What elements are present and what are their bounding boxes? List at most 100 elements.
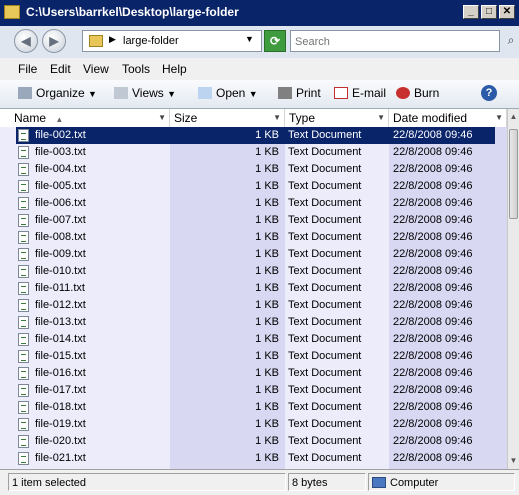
- email-button[interactable]: E-mail: [334, 86, 386, 100]
- title-bar[interactable]: C:\Users\barrkel\Desktop\large-folder _ …: [0, 0, 519, 26]
- address-box[interactable]: ▶ large-folder ▼: [82, 30, 262, 52]
- menu-help[interactable]: Help: [162, 62, 187, 76]
- views-button[interactable]: Views ▼: [114, 86, 176, 100]
- file-row[interactable]: file-014.txt 1 KB Text Document 22/8/2008 0…: [16, 331, 495, 348]
- file-row[interactable]: file-019.txt 1 KB Text Document 22/8/2008 0…: [16, 416, 495, 433]
- file-type: Text Document: [288, 316, 362, 328]
- file-name: file-021.txt: [35, 452, 86, 464]
- help-icon[interactable]: ?: [481, 85, 497, 101]
- file-size: 1 KB: [255, 333, 279, 345]
- file-name: file-017.txt: [35, 384, 86, 396]
- file-row[interactable]: file-002.txt 1 KB Text Document 22/8/2008 0…: [16, 127, 495, 144]
- back-button[interactable]: ◀: [14, 29, 38, 53]
- file-row[interactable]: file-020.txt 1 KB Text Document 22/8/2008 0…: [16, 433, 495, 450]
- menu-file[interactable]: File: [18, 62, 37, 76]
- column-header-name[interactable]: Name ▲ ▼: [0, 109, 170, 127]
- file-date: 22/8/2008 09:46: [393, 299, 473, 311]
- file-row[interactable]: file-005.txt 1 KB Text Document 22/8/2008 0…: [16, 178, 495, 195]
- column-header-size[interactable]: Size ▼: [170, 109, 285, 127]
- file-date: 22/8/2008 09:46: [393, 231, 473, 243]
- file-date: 22/8/2008 09:46: [393, 435, 473, 447]
- file-name: file-013.txt: [35, 316, 86, 328]
- file-row[interactable]: file-011.txt 1 KB Text Document 22/8/2008 0…: [16, 280, 495, 297]
- file-row[interactable]: file-021.txt 1 KB Text Document 22/8/2008 0…: [16, 450, 495, 467]
- open-button[interactable]: Open ▼: [198, 86, 258, 100]
- file-type: Text Document: [288, 384, 362, 396]
- forward-button[interactable]: ▶: [42, 29, 66, 53]
- maximize-button[interactable]: □: [481, 5, 497, 19]
- text-file-icon: [18, 248, 29, 261]
- column-filter-icon[interactable]: ▼: [273, 109, 281, 127]
- search-icon[interactable]: ⌕: [503, 30, 519, 52]
- file-date: 22/8/2008 09:46: [393, 333, 473, 345]
- scrollbar-thumb[interactable]: [509, 129, 518, 219]
- file-name: file-016.txt: [35, 367, 86, 379]
- vertical-scrollbar[interactable]: ▲ ▼: [507, 109, 519, 469]
- column-filter-icon[interactable]: ▼: [158, 109, 166, 127]
- search-box[interactable]: [290, 30, 500, 52]
- file-row[interactable]: file-007.txt 1 KB Text Document 22/8/2008 0…: [16, 212, 495, 229]
- file-row[interactable]: file-004.txt 1 KB Text Document 22/8/2008 0…: [16, 161, 495, 178]
- text-file-icon: [18, 146, 29, 159]
- file-size: 1 KB: [255, 435, 279, 447]
- file-row[interactable]: file-009.txt 1 KB Text Document 22/8/2008 0…: [16, 246, 495, 263]
- column-header-date[interactable]: Date modified ▼: [389, 109, 507, 127]
- column-filter-icon[interactable]: ▼: [495, 109, 503, 127]
- file-size: 1 KB: [255, 180, 279, 192]
- text-file-icon: [18, 163, 29, 176]
- file-row[interactable]: file-006.txt 1 KB Text Document 22/8/2008 0…: [16, 195, 495, 212]
- status-location: Computer: [368, 473, 515, 491]
- file-row[interactable]: file-017.txt 1 KB Text Document 22/8/2008 0…: [16, 382, 495, 399]
- views-icon: [114, 87, 128, 99]
- file-name: file-004.txt: [35, 163, 86, 175]
- text-file-icon: [18, 282, 29, 295]
- file-size: 1 KB: [255, 163, 279, 175]
- print-button[interactable]: Print: [278, 86, 321, 100]
- file-list[interactable]: file-002.txt 1 KB Text Document 22/8/2008 0…: [0, 127, 507, 469]
- file-row[interactable]: file-018.txt 1 KB Text Document 22/8/2008 0…: [16, 399, 495, 416]
- text-file-icon: [18, 265, 29, 278]
- scroll-up-arrow-icon[interactable]: ▲: [508, 109, 519, 125]
- chevron-down-icon: ▼: [167, 89, 177, 99]
- file-row[interactable]: file-003.txt 1 KB Text Document 22/8/2008 0…: [16, 144, 495, 161]
- breadcrumb-arrow-icon[interactable]: ▶: [109, 34, 116, 45]
- file-row[interactable]: file-016.txt 1 KB Text Document 22/8/2008 0…: [16, 365, 495, 382]
- file-name: file-011.txt: [35, 282, 85, 294]
- file-row[interactable]: file-010.txt 1 KB Text Document 22/8/2008 0…: [16, 263, 495, 280]
- minimize-button[interactable]: _: [463, 5, 479, 19]
- address-dropdown-icon[interactable]: ▼: [245, 34, 254, 44]
- burn-button[interactable]: Burn: [396, 86, 439, 100]
- close-button[interactable]: ✕: [499, 5, 515, 19]
- menu-bar: File Edit View Tools Help: [0, 58, 519, 80]
- menu-tools[interactable]: Tools: [122, 62, 150, 76]
- email-icon: [334, 87, 348, 99]
- menu-edit[interactable]: Edit: [50, 62, 71, 76]
- file-name: file-006.txt: [35, 197, 86, 209]
- file-name: file-012.txt: [35, 299, 86, 311]
- breadcrumb-current[interactable]: large-folder: [123, 35, 179, 47]
- file-type: Text Document: [288, 231, 362, 243]
- file-row[interactable]: file-008.txt 1 KB Text Document 22/8/2008 0…: [16, 229, 495, 246]
- file-type: Text Document: [288, 214, 362, 226]
- refresh-button[interactable]: ⟳: [264, 30, 286, 52]
- file-type: Text Document: [288, 248, 362, 260]
- text-file-icon: [18, 367, 29, 380]
- text-file-icon: [18, 214, 29, 227]
- organize-button[interactable]: Organize ▼: [18, 86, 97, 100]
- file-type: Text Document: [288, 333, 362, 345]
- file-size: 1 KB: [255, 214, 279, 226]
- search-input[interactable]: [293, 32, 497, 52]
- scroll-down-arrow-icon[interactable]: ▼: [508, 453, 519, 469]
- file-type: Text Document: [288, 197, 362, 209]
- text-file-icon: [18, 435, 29, 448]
- column-filter-icon[interactable]: ▼: [377, 109, 385, 127]
- command-bar: Organize ▼ Views ▼ Open ▼ Print E-mail B…: [0, 80, 519, 109]
- file-row[interactable]: file-012.txt 1 KB Text Document 22/8/2008 0…: [16, 297, 495, 314]
- file-row[interactable]: file-015.txt 1 KB Text Document 22/8/2008 0…: [16, 348, 495, 365]
- column-header-type[interactable]: Type ▼: [285, 109, 389, 127]
- file-row[interactable]: file-013.txt 1 KB Text Document 22/8/2008 0…: [16, 314, 495, 331]
- text-file-icon: [18, 384, 29, 397]
- menu-view[interactable]: View: [83, 62, 109, 76]
- file-size: 1 KB: [255, 265, 279, 277]
- file-date: 22/8/2008 09:46: [393, 401, 473, 413]
